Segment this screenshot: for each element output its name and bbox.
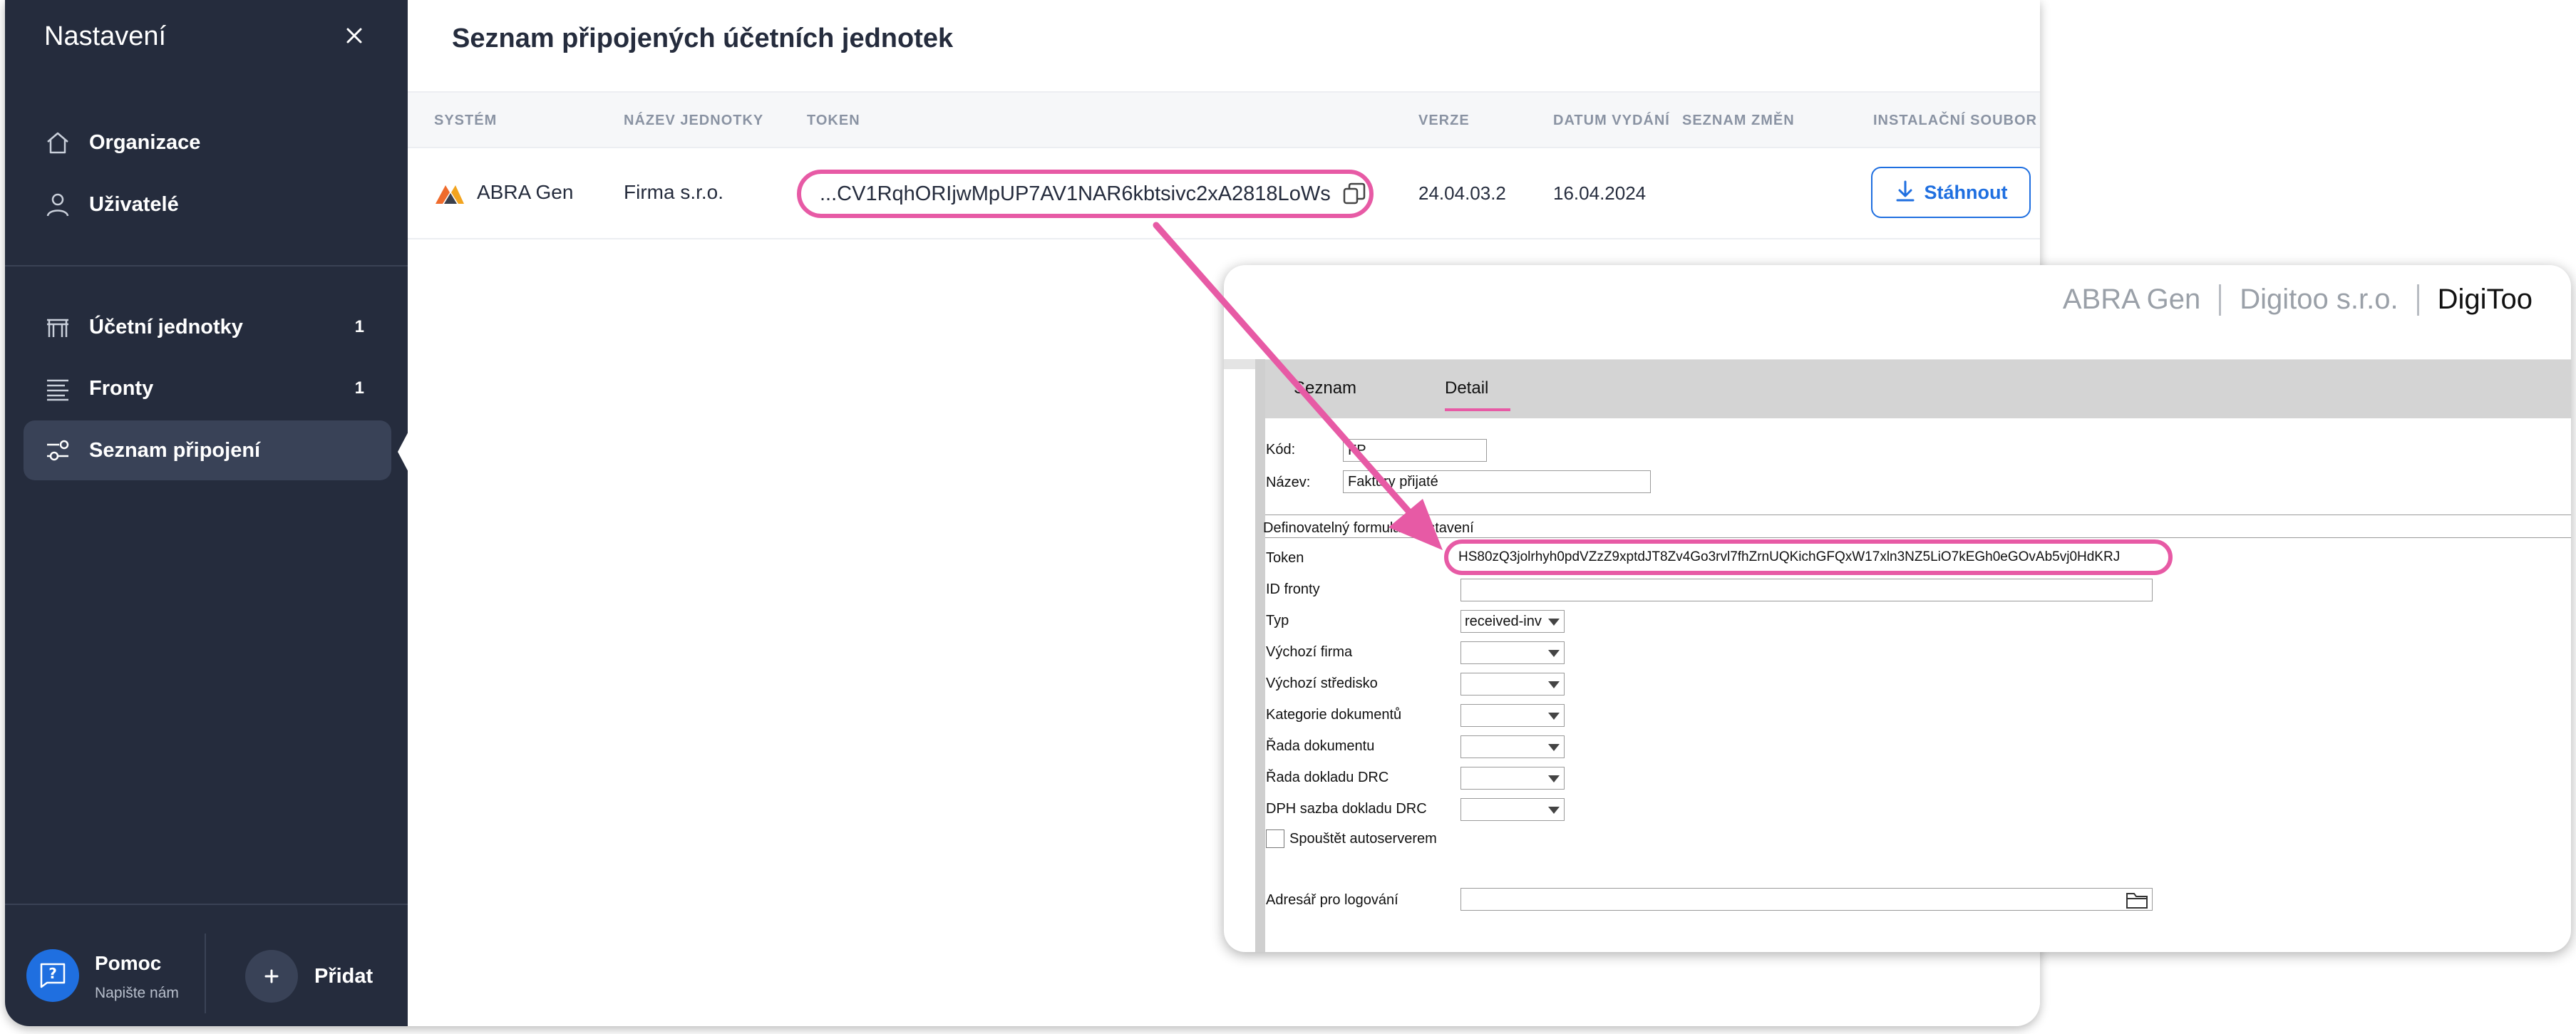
document-category-label: Kategorie dokumentů <box>1266 707 1402 723</box>
log-directory-label: Adresář pro logování <box>1266 892 1398 908</box>
download-icon <box>1895 180 1916 206</box>
sidebar-footer: ? Pomoc Napište nám Přidat <box>5 904 408 1026</box>
token-value[interactable]: ...CV1RqhORIjwMpUP7AV1NAR6kbtsivc2xA2818… <box>820 182 1331 206</box>
chevron-down-icon <box>1548 713 1560 720</box>
table-header: SYSTÉM NÁZEV JEDNOTKY TOKEN VERZE DATUM … <box>408 91 2040 148</box>
sidebar-item-label: Uživatelé <box>89 192 179 216</box>
sidebar-item-fronty[interactable]: Fronty 1 <box>24 358 391 418</box>
autoserver-checkbox[interactable] <box>1266 829 1284 848</box>
chevron-down-icon <box>1548 807 1560 814</box>
token-highlight: ...CV1RqhORIjwMpUP7AV1NAR6kbtsivc2xA2818… <box>797 170 1374 218</box>
token-field[interactable]: HS80zQ3jolrhyh0pdVZzZ9xptdJT8Zv4Go3rvl7f… <box>1444 539 2173 575</box>
drc-series-select[interactable] <box>1460 767 1565 790</box>
token-label: Token <box>1266 550 1304 566</box>
sidebar-item-seznam-pripojeni[interactable]: Seznam připojení <box>24 420 391 480</box>
sliders-icon <box>42 435 73 466</box>
nazev-label: Název: <box>1266 475 1311 490</box>
folder-icon[interactable] <box>2126 891 2148 913</box>
document-series-select[interactable] <box>1460 735 1565 758</box>
default-firm-label: Výchozí firma <box>1266 644 1353 660</box>
drc-vat-select[interactable] <box>1460 798 1565 821</box>
close-icon[interactable] <box>340 21 369 50</box>
page-title: Seznam připojených účetních jednotek <box>452 24 954 53</box>
abra-logo-icon <box>434 184 465 209</box>
type-value: received-inv <box>1465 614 1542 629</box>
default-center-label: Výchozí středisko <box>1266 676 1378 691</box>
chevron-down-icon <box>1548 681 1560 688</box>
chevron-down-icon <box>1548 650 1560 657</box>
type-select[interactable]: received-inv <box>1460 610 1565 633</box>
tab-bar: Seznam Detail <box>1265 360 2571 418</box>
drc-series-label: Řada dokladu DRC <box>1266 770 1389 785</box>
subtab-labels[interactable]: Definovatelný formulář Nastavení <box>1263 520 1474 537</box>
document-category-select[interactable] <box>1460 704 1565 727</box>
kod-label: Kód: <box>1266 442 1296 457</box>
sidebar-item-ucetni-jednotky[interactable]: Účetní jednotky 1 <box>24 297 391 357</box>
tab-seznam[interactable]: Seznam <box>1294 378 1356 398</box>
window-frame-left <box>1255 359 1265 952</box>
default-center-select[interactable] <box>1460 673 1565 696</box>
tab-detail[interactable]: Detail <box>1445 378 1488 398</box>
count-badge: 1 <box>354 317 364 336</box>
unit-name: Firma s.r.o. <box>624 181 724 203</box>
column-header-system: SYSTÉM <box>434 113 498 128</box>
queue-icon <box>42 373 73 404</box>
release-date: 16.04.2024 <box>1553 182 1647 204</box>
default-firm-select[interactable] <box>1460 641 1565 664</box>
download-label: Stáhnout <box>1924 181 2008 203</box>
brand-breadcrumb: ABRA Gen Digitoo s.r.o. DigiToo <box>2063 284 2533 316</box>
home-icon <box>42 127 73 158</box>
column-header-version: VERZE <box>1418 113 1470 128</box>
help-subtitle: Napište nám <box>95 985 179 1001</box>
active-tab-underline <box>1445 408 1510 411</box>
sidebar-item-uzivatele[interactable]: Uživatelé <box>24 175 391 234</box>
brand-separator <box>2219 284 2222 316</box>
brand-digitoo: DigiToo <box>2437 284 2533 315</box>
sidebar-item-label: Fronty <box>89 376 154 400</box>
sidebar-item-label: Organizace <box>89 130 201 154</box>
brand-separator <box>2416 284 2419 316</box>
autoserver-label: Spouštět autoserverem <box>1289 831 1437 847</box>
sidebar: Nastavení Organizace Uživatelé Účetní je… <box>5 0 411 1026</box>
footer-divider <box>205 934 206 1013</box>
svg-text:?: ? <box>48 965 57 982</box>
sidebar-item-label: Účetní jednotky <box>89 315 243 338</box>
queue-id-field[interactable] <box>1460 579 2153 601</box>
brand-company: Digitoo s.r.o. <box>2240 284 2399 315</box>
sidebar-title: Nastavení <box>44 21 167 51</box>
chevron-down-icon <box>1548 744 1560 751</box>
add-button[interactable] <box>245 950 298 1003</box>
user-icon <box>42 189 73 220</box>
copy-icon[interactable] <box>1342 182 1366 206</box>
column-header-changelog: SEZNAM ZMĚN <box>1682 113 1795 128</box>
queue-id-label: ID fronty <box>1266 581 1320 597</box>
system-name: ABRA Gen <box>477 181 574 203</box>
chevron-down-icon <box>1548 775 1560 782</box>
document-series-label: Řada dokumentu <box>1266 738 1375 754</box>
help-title[interactable]: Pomoc <box>95 952 161 975</box>
version: 24.04.03.2 <box>1418 182 1506 204</box>
help-icon[interactable]: ? <box>26 949 79 1002</box>
column-header-release-date: DATUM VYDÁNÍ <box>1553 113 1670 128</box>
download-button[interactable]: Stáhnout <box>1871 167 2031 218</box>
sidebar-divider <box>5 265 408 267</box>
brand-abra-gen: ABRA Gen <box>2062 284 2201 315</box>
kod-field[interactable]: FP <box>1343 439 1487 462</box>
column-header-unit-name: NÁZEV JEDNOTKY <box>624 113 764 128</box>
table-row: ABRA Gen Firma s.r.o. ...CV1RqhORIjwMpUP… <box>408 148 2040 239</box>
abra-gen-window: ABRA Gen Digitoo s.r.o. DigiToo Seznam D… <box>1224 265 2571 952</box>
count-badge: 1 <box>354 378 364 398</box>
type-label: Typ <box>1266 613 1289 629</box>
sidebar-item-organizace[interactable]: Organizace <box>24 113 391 172</box>
column-header-installer: INSTALAČNÍ SOUBOR <box>1873 113 2037 128</box>
building-icon <box>42 311 73 343</box>
nazev-field[interactable]: Faktury přijaté <box>1343 470 1651 493</box>
log-directory-field[interactable] <box>1460 888 2153 911</box>
sidebar-item-label: Seznam připojení <box>89 438 261 462</box>
add-label[interactable]: Přidat <box>314 965 373 988</box>
chevron-down-icon <box>1548 619 1560 626</box>
subtab-bottom-border <box>1265 537 2571 538</box>
drc-vat-label: DPH sazba dokladu DRC <box>1266 801 1427 817</box>
column-header-token: TOKEN <box>807 113 860 128</box>
